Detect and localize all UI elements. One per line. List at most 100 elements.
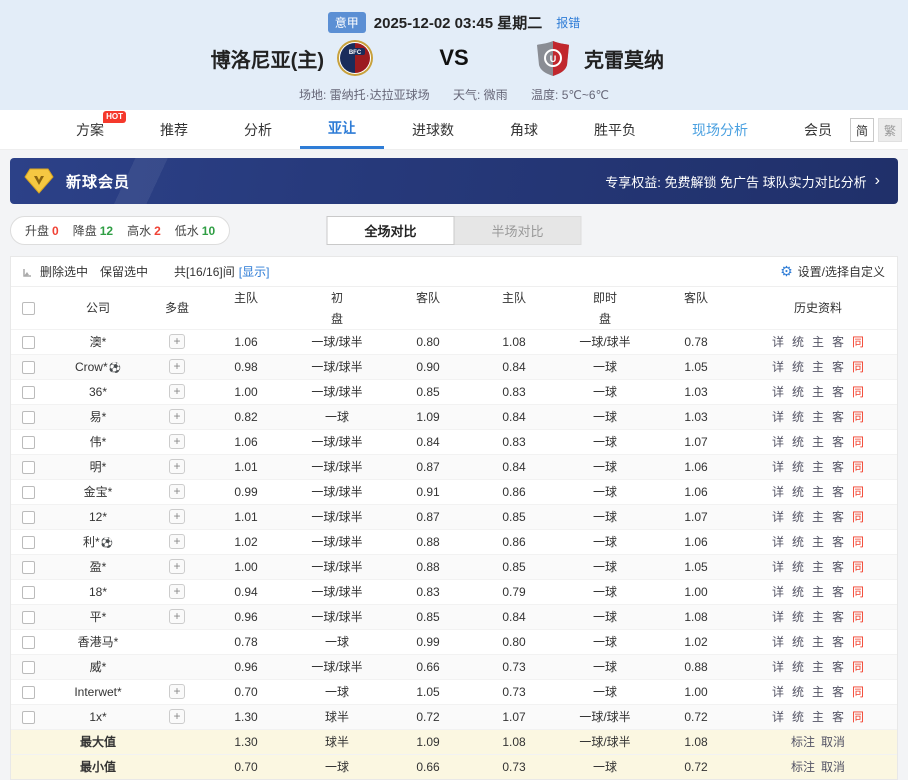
expand-multi-odds-button[interactable]: + [169, 359, 185, 374]
expand-multi-odds-button[interactable]: + [169, 484, 185, 499]
history-link-1[interactable]: 统 [792, 435, 804, 449]
nav-tab-0[interactable]: 方案HOT [48, 110, 132, 149]
history-link-3[interactable]: 客 [832, 660, 844, 674]
history-link-4[interactable]: 同 [852, 635, 864, 649]
history-link-4[interactable]: 同 [852, 660, 864, 674]
delete-selected-link[interactable]: 删除选中 [40, 263, 88, 280]
history-link-2[interactable]: 主 [812, 635, 824, 649]
history-link-3[interactable]: 客 [832, 635, 844, 649]
row-checkbox[interactable] [22, 511, 35, 524]
history-link-4[interactable]: 同 [852, 710, 864, 724]
history-link-2[interactable]: 主 [812, 685, 824, 699]
history-link-0[interactable]: 详 [772, 660, 784, 674]
expand-multi-odds-button[interactable]: + [169, 384, 185, 399]
expand-multi-odds-button[interactable]: + [169, 334, 185, 349]
tab-full-match-compare[interactable]: 全场对比 [327, 216, 455, 245]
row-checkbox[interactable] [22, 536, 35, 549]
row-checkbox[interactable] [22, 611, 35, 624]
row-checkbox[interactable] [22, 486, 35, 499]
history-link-4[interactable]: 同 [852, 385, 864, 399]
nav-tab-6[interactable]: 胜平负 [566, 110, 664, 149]
row-checkbox[interactable] [22, 386, 35, 399]
history-link-3[interactable]: 客 [832, 385, 844, 399]
row-checkbox[interactable] [22, 436, 35, 449]
history-link-4[interactable]: 同 [852, 685, 864, 699]
history-link-2[interactable]: 主 [812, 510, 824, 524]
history-link-4[interactable]: 同 [852, 460, 864, 474]
expand-multi-odds-button[interactable]: + [169, 509, 185, 524]
history-link-2[interactable]: 主 [812, 660, 824, 674]
row-checkbox[interactable] [22, 661, 35, 674]
history-link-4[interactable]: 同 [852, 560, 864, 574]
row-checkbox[interactable] [22, 361, 35, 374]
history-link-2[interactable]: 主 [812, 385, 824, 399]
history-link-0[interactable]: 详 [772, 360, 784, 374]
history-link-4[interactable]: 同 [852, 610, 864, 624]
history-link-3[interactable]: 客 [832, 435, 844, 449]
league-badge[interactable]: 意甲 [328, 12, 366, 33]
history-link-1[interactable]: 统 [792, 410, 804, 424]
history-link-4[interactable]: 同 [852, 360, 864, 374]
history-link-1[interactable]: 统 [792, 485, 804, 499]
nav-tab-2[interactable]: 分析 [216, 110, 300, 149]
history-link-1[interactable]: 统 [792, 360, 804, 374]
nav-tab-3[interactable]: 亚让 [300, 110, 384, 149]
history-link-3[interactable]: 客 [832, 685, 844, 699]
history-link-0[interactable]: 详 [772, 385, 784, 399]
lang-traditional-button[interactable]: 繁 [878, 118, 902, 142]
history-link-0[interactable]: 详 [772, 560, 784, 574]
history-link-4[interactable]: 同 [852, 535, 864, 549]
history-link-2[interactable]: 主 [812, 535, 824, 549]
row-checkbox[interactable] [22, 586, 35, 599]
history-link-3[interactable]: 客 [832, 460, 844, 474]
history-link-1[interactable]: 统 [792, 660, 804, 674]
history-link-3[interactable]: 客 [832, 710, 844, 724]
nav-tab-4[interactable]: 进球数 [384, 110, 482, 149]
history-link-2[interactable]: 主 [812, 585, 824, 599]
nav-tab-8[interactable]: 会员 [776, 110, 860, 149]
history-link-4[interactable]: 同 [852, 485, 864, 499]
history-link-3[interactable]: 客 [832, 410, 844, 424]
history-link-3[interactable]: 客 [832, 610, 844, 624]
history-link-4[interactable]: 同 [852, 435, 864, 449]
history-link-0[interactable]: 详 [772, 460, 784, 474]
nav-tab-5[interactable]: 角球 [482, 110, 566, 149]
row-checkbox[interactable] [22, 711, 35, 724]
expand-multi-odds-button[interactable]: + [169, 534, 185, 549]
nav-tab-7[interactable]: 现场分析 [664, 110, 776, 149]
history-link-2[interactable]: 主 [812, 435, 824, 449]
history-link-2[interactable]: 主 [812, 560, 824, 574]
history-link-0[interactable]: 详 [772, 335, 784, 349]
history-link-2[interactable]: 主 [812, 360, 824, 374]
expand-multi-odds-button[interactable]: + [169, 609, 185, 624]
history-link-3[interactable]: 客 [832, 585, 844, 599]
history-link-0[interactable]: 详 [772, 410, 784, 424]
history-link-0[interactable]: 详 [772, 435, 784, 449]
history-link-1[interactable]: 统 [792, 685, 804, 699]
nav-tab-1[interactable]: 推荐 [132, 110, 216, 149]
mark-link[interactable]: 标注 [791, 760, 815, 774]
history-link-1[interactable]: 统 [792, 610, 804, 624]
history-link-2[interactable]: 主 [812, 610, 824, 624]
history-link-2[interactable]: 主 [812, 710, 824, 724]
history-link-0[interactable]: 详 [772, 610, 784, 624]
tab-half-match-compare[interactable]: 半场对比 [454, 216, 582, 245]
history-link-0[interactable]: 详 [772, 535, 784, 549]
row-checkbox[interactable] [22, 336, 35, 349]
row-checkbox[interactable] [22, 636, 35, 649]
history-link-4[interactable]: 同 [852, 410, 864, 424]
history-link-3[interactable]: 客 [832, 335, 844, 349]
history-link-1[interactable]: 统 [792, 710, 804, 724]
history-link-3[interactable]: 客 [832, 485, 844, 499]
history-link-1[interactable]: 统 [792, 635, 804, 649]
row-checkbox[interactable] [22, 561, 35, 574]
history-link-3[interactable]: 客 [832, 360, 844, 374]
expand-multi-odds-button[interactable]: + [169, 459, 185, 474]
history-link-0[interactable]: 详 [772, 710, 784, 724]
cancel-link[interactable]: 取消 [821, 760, 845, 774]
expand-multi-odds-button[interactable]: + [169, 409, 185, 424]
history-link-1[interactable]: 统 [792, 510, 804, 524]
expand-multi-odds-button[interactable]: + [169, 559, 185, 574]
history-link-3[interactable]: 客 [832, 560, 844, 574]
history-link-1[interactable]: 统 [792, 335, 804, 349]
